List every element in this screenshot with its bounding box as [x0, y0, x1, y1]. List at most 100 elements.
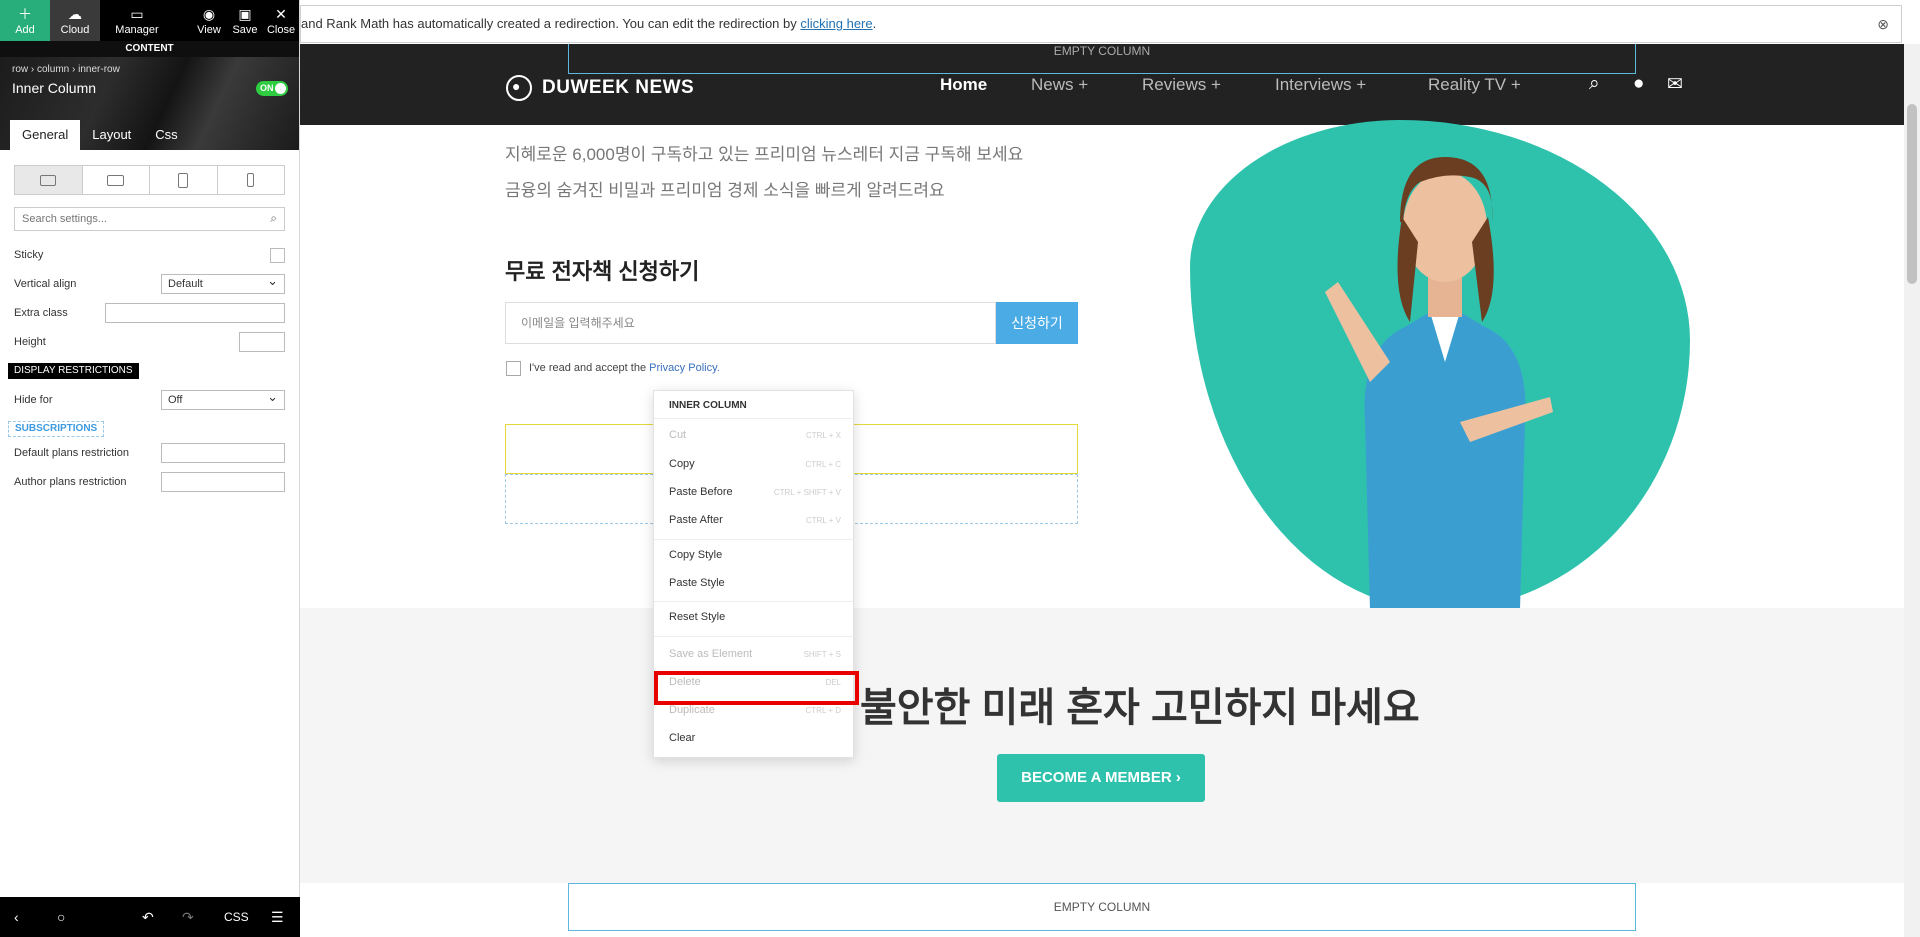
menu-item-paste-style[interactable]: Paste Style: [669, 575, 841, 591]
vertical-align-label: Vertical align: [14, 278, 77, 290]
height-label: Height: [14, 336, 46, 348]
site-canvas: EMPTY COLUMN DUWEEK NEWS Home News + Rev…: [300, 0, 1904, 937]
editor-panel: ＋ Add ☁ Cloud ▭ Manager ◉ View ▣ Save ✕ Close …: [0, 0, 300, 937]
breadcrumb[interactable]: row › column › inner-row: [12, 64, 120, 75]
film-reel-icon: [506, 75, 532, 101]
cta-title: 불안한 미래 혼자 고민하지 마세요: [860, 686, 1420, 730]
editor-toolbar: ＋ Add ☁ Cloud ▭ Manager ◉ View ▣ Save ✕ Close: [0, 0, 299, 41]
become-member-button[interactable]: BECOME A MEMBER ›: [997, 754, 1205, 802]
nav-reality-tv[interactable]: Reality TV +: [1428, 75, 1521, 95]
menu-item-save-as-element[interactable]: Save as Element SHIFT + S: [669, 646, 841, 662]
nav-news[interactable]: News +: [1031, 75, 1088, 95]
css-button[interactable]: CSS: [224, 897, 249, 937]
mobile-device-button[interactable]: [218, 166, 285, 194]
notice-tail: .: [872, 16, 877, 31]
mail-icon[interactable]: ✉: [1667, 73, 1683, 96]
tablet-portrait-device-button[interactable]: [150, 166, 218, 194]
tablet-portrait-icon: [178, 172, 189, 188]
extra-class-label: Extra class: [14, 307, 68, 319]
hide-for-label: Hide for: [14, 394, 53, 406]
settings-tabs: General Layout Css: [10, 120, 190, 150]
site-logo[interactable]: DUWEEK NEWS: [506, 75, 694, 101]
author-plans-input[interactable]: [161, 472, 285, 492]
plus-icon: ＋: [18, 6, 32, 22]
menu-divider: [654, 418, 853, 419]
tablet-landscape-device-button[interactable]: [83, 166, 150, 194]
menu-item-cut[interactable]: Cut CTRL + X: [669, 427, 841, 443]
extra-class-row: Extra class: [14, 302, 285, 324]
menu-divider: [654, 636, 853, 637]
user-icon[interactable]: ●: [1633, 73, 1644, 95]
mobile-icon: [247, 173, 255, 187]
manager-button[interactable]: ▭ Manager: [100, 0, 174, 41]
element-toggle[interactable]: ON: [256, 81, 288, 96]
notice-link[interactable]: clicking here: [800, 16, 872, 31]
height-row: Height: [14, 331, 285, 353]
delete-highlight-box: [654, 671, 859, 705]
menu-item-paste-before[interactable]: Paste Before CTRL + SHIFT + V: [669, 484, 841, 500]
privacy-policy-link[interactable]: Privacy Policy.: [649, 362, 720, 374]
hide-for-row: Hide for Off: [14, 388, 285, 411]
extra-class-input[interactable]: [105, 303, 285, 323]
circle-icon[interactable]: ○: [57, 897, 65, 937]
vertical-align-select[interactable]: Default: [161, 272, 285, 294]
default-plans-input[interactable]: [161, 443, 285, 463]
height-input[interactable]: [239, 332, 285, 352]
menu-item-clear[interactable]: Clear: [669, 730, 841, 746]
hide-for-select[interactable]: Off: [161, 388, 285, 410]
search-input[interactable]: [15, 208, 284, 230]
menu-item-copy[interactable]: Copy CTRL + C: [669, 456, 841, 472]
nav-home[interactable]: Home: [940, 75, 987, 95]
author-plans-label: Author plans restriction: [14, 476, 127, 488]
tab-layout[interactable]: Layout: [80, 120, 143, 150]
dismiss-icon[interactable]: ⊗: [1877, 6, 1889, 42]
page-scrollbar[interactable]: [1904, 44, 1920, 937]
eye-icon: ◉: [202, 6, 216, 22]
add-button[interactable]: ＋ Add: [0, 0, 50, 41]
back-icon[interactable]: ‹: [14, 897, 19, 937]
close-icon: ✕: [275, 6, 287, 22]
editor-bottom-bar: ‹ ○ ↶ ↷ CSS ☰: [0, 897, 300, 937]
empty-column-top[interactable]: EMPTY COLUMN: [568, 44, 1636, 74]
vertical-align-row: Vertical align Default: [14, 272, 285, 295]
policy-text: I've read and accept the Privacy Policy.: [529, 362, 720, 374]
cloud-button[interactable]: ☁ Cloud: [50, 0, 100, 41]
nav-interviews[interactable]: Interviews +: [1275, 75, 1366, 95]
element-header: row › column › inner-row Inner Column ON…: [0, 57, 299, 150]
scroll-thumb[interactable]: [1907, 104, 1917, 284]
tab-general[interactable]: General: [10, 120, 81, 150]
tab-css[interactable]: Css: [143, 120, 189, 150]
element-title: Inner Column: [12, 80, 97, 96]
redirection-notice: and Rank Math has automatically created …: [300, 5, 1902, 43]
menu-item-paste-after[interactable]: Paste After CTRL + V: [669, 512, 841, 528]
menu-divider: [654, 539, 853, 540]
subscribe-button[interactable]: 신청하기: [996, 302, 1078, 344]
redo-icon[interactable]: ↷: [182, 897, 194, 937]
form-title: 무료 전자책 신청하기: [505, 259, 700, 284]
hero-line-1: 지혜로운 6,000명이 구독하고 있는 프리미엄 뉴스레터 지금 구독해 보세…: [505, 145, 1024, 164]
empty-column-bottom[interactable]: EMPTY COLUMN: [568, 883, 1636, 931]
view-button[interactable]: ◉ View: [191, 0, 227, 41]
device-switcher: [14, 165, 285, 195]
menu-item-reset-style[interactable]: Reset Style: [669, 609, 841, 625]
policy-checkbox[interactable]: [506, 361, 521, 376]
close-button[interactable]: ✕ Close: [263, 0, 299, 41]
settings-search: ⌕: [14, 207, 285, 231]
subscriptions-label[interactable]: SUBSCRIPTIONS: [8, 421, 105, 437]
author-plans-row: Author plans restriction: [14, 471, 285, 493]
manager-icon: ▭: [130, 6, 144, 22]
email-input[interactable]: 이메일을 입력해주세요: [505, 302, 996, 344]
nav-reviews[interactable]: Reviews +: [1142, 75, 1221, 95]
desktop-device-button[interactable]: [15, 166, 83, 194]
search-icon[interactable]: ⌕: [1589, 73, 1600, 95]
cta-section: [300, 608, 1904, 883]
menu-item-copy-style[interactable]: Copy Style: [669, 547, 841, 563]
content-label: CONTENT: [0, 41, 299, 57]
undo-icon[interactable]: ↶: [142, 897, 154, 937]
save-button[interactable]: ▣ Save: [227, 0, 263, 41]
display-restrictions-label: DISPLAY RESTRICTIONS: [8, 363, 139, 379]
nurse-image: [1325, 157, 1553, 610]
sticky-checkbox[interactable]: [270, 247, 285, 263]
desktop-icon: [40, 174, 57, 186]
menu-icon[interactable]: ☰: [271, 897, 284, 937]
